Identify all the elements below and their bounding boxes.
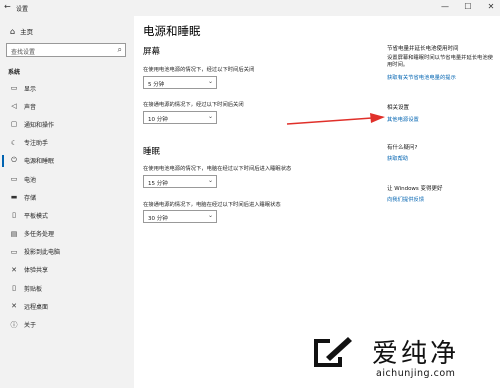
sidebar-item[interactable]: ⏻ 电源和睡眠 (0, 152, 134, 170)
sidebar-item-label: 投影到此电脑 (24, 249, 61, 257)
project-icon: ▭ (10, 247, 18, 256)
sidebar-item-label: 远程桌面 (24, 303, 49, 311)
sleep-battery-value: 15 分钟 (148, 181, 168, 187)
back-arrow-icon[interactable]: ← (4, 2, 11, 11)
watermark-brand: 爱纯净 (372, 339, 460, 369)
other-power-settings-link[interactable]: 其他电源设置 (387, 115, 419, 123)
sidebar-item-label: 存储 (24, 194, 37, 202)
search-input[interactable]: 查找设置 ⌕ (6, 43, 126, 57)
sidebar-item-label: 多任务处理 (24, 231, 55, 239)
sleep-plugged-label: 在接通电源的情况下，电脑在经过以下时间后进入睡眠状态 (143, 202, 281, 208)
sidebar-item[interactable]: ◁ 声音 (0, 97, 134, 115)
sidebar-item-label: 电源和睡眠 (24, 158, 55, 166)
info-icon: ⓘ (10, 320, 18, 329)
sidebar-item[interactable]: ▤ 多任务处理 (0, 225, 134, 243)
minimize-button[interactable]: — (438, 2, 452, 11)
maximize-button[interactable]: ☐ (461, 2, 475, 11)
sleep-battery-dropdown[interactable]: 15 分钟 ⌄ (143, 175, 217, 188)
page-title: 电源和睡眠 (143, 24, 201, 38)
sidebar-item-label: 剪贴板 (24, 285, 43, 293)
sleep-battery-label: 在使用电池电源的情况下，电脑在经过以下时间后进入睡眠状态 (143, 166, 292, 172)
tip-heading: 节省电量并延长电池使用时间 (387, 46, 459, 52)
sidebar-item-label: 专注助手 (24, 140, 49, 148)
sidebar-nav: ▭ 显示 ◁ 声音 ▢ 通知和操作 ☾ 专注助手 ⏻ 电源和睡眠 ▭ 电池 ▬ 存储 ▯ 平板模式 ▤ 多任务处理… (0, 79, 134, 334)
sidebar-item[interactable]: ⓘ 关于 (0, 315, 134, 333)
help-heading: 有什么疑问? (387, 145, 418, 151)
monitor-icon: ▭ (10, 84, 18, 93)
settings-window: ← 设置 — ☐ ✕ ⌂ 主页 查找设置 ⌕ 系统 ▭ 显示 ◁ 声音 ▢ 通知和操作 ☾ 专… (0, 0, 500, 388)
tablet-icon: ▯ (12, 211, 16, 220)
battery-icon: ▭ (10, 175, 18, 184)
screen-plugged-dropdown[interactable]: 10 分钟 ⌄ (143, 111, 217, 124)
speaker-icon: ◁ (11, 102, 17, 111)
clipboard-icon: ▯ (12, 284, 16, 293)
improve-heading: 让 Windows 变得更好 (387, 186, 443, 192)
sidebar-item-label: 通知和操作 (24, 121, 55, 129)
sidebar-item[interactable]: ▯ 剪贴板 (0, 279, 134, 297)
window-title: 设置 (16, 6, 29, 13)
sidebar-item-label: 声音 (24, 103, 37, 111)
chevron-down-icon: ⌄ (207, 177, 213, 184)
sleep-plugged-value: 30 分钟 (148, 216, 168, 222)
sidebar-item[interactable]: ▬ 存储 (0, 188, 134, 206)
chevron-down-icon: ⌄ (207, 212, 213, 219)
brand-logo-icon (314, 337, 352, 367)
sleep-plugged-dropdown[interactable]: 30 分钟 ⌄ (143, 210, 217, 223)
sidebar-item[interactable]: ▭ 电池 (0, 170, 134, 188)
screen-plugged-label: 在接通电源的情况下，经过以下时间后关闭 (143, 102, 244, 108)
search-placeholder: 查找设置 (11, 49, 36, 56)
search-icon: ⌕ (117, 45, 122, 54)
remote-icon: ✕ (11, 302, 17, 311)
watermark-url: aichunjing.com (376, 368, 456, 379)
title-bar: ← 设置 — ☐ ✕ (0, 0, 500, 16)
get-help-link[interactable]: 获取帮助 (387, 154, 408, 162)
sidebar-item-label: 体验共享 (24, 267, 49, 275)
multitask-icon: ▤ (10, 229, 18, 238)
screen-heading: 屏幕 (143, 47, 161, 57)
related-heading: 相关设置 (387, 105, 410, 111)
screen-plugged-value: 10 分钟 (148, 117, 168, 123)
home-icon: ⌂ (10, 26, 16, 36)
sidebar-home-label: 主页 (20, 28, 34, 36)
sidebar-item[interactable]: ✕ 远程桌面 (0, 297, 134, 315)
notification-icon: ▢ (10, 120, 18, 129)
shared-icon: ✕ (11, 265, 17, 274)
sidebar-item[interactable]: ▯ 平板模式 (0, 206, 134, 224)
sidebar-item-label: 平板模式 (24, 212, 49, 220)
power-icon: ⏻ (11, 156, 17, 165)
chevron-down-icon: ⌄ (207, 78, 213, 85)
sidebar-item-label: 显示 (24, 85, 37, 93)
sidebar-item[interactable]: ▭ 显示 (0, 79, 134, 97)
tip-description: 设置屏幕和睡眠时间以节省电量并延长电池使用时间。 (387, 55, 493, 68)
screen-battery-label: 在使用电池电源的情况下，经过以下时间后关闭 (143, 67, 255, 73)
sidebar-item-label: 关于 (24, 322, 37, 330)
storage-icon: ▬ (10, 193, 18, 202)
sidebar-home[interactable]: ⌂ 主页 (10, 26, 34, 37)
screen-battery-dropdown[interactable]: 5 分钟 ⌄ (143, 76, 217, 89)
tip-link[interactable]: 获取有关节省电池电量的提示 (387, 73, 456, 81)
watermark: 爱纯净 aichunjing.com (302, 327, 500, 388)
sidebar-section-title: 系统 (8, 69, 21, 76)
moon-icon: ☾ (10, 138, 18, 147)
sidebar-item-label: 电池 (24, 176, 37, 184)
screen-battery-value: 5 分钟 (148, 82, 165, 88)
chevron-down-icon: ⌄ (207, 113, 213, 120)
sidebar-item[interactable]: ▭ 投影到此电脑 (0, 243, 134, 261)
sidebar: ⌂ 主页 查找设置 ⌕ 系统 ▭ 显示 ◁ 声音 ▢ 通知和操作 ☾ 专注助手 ⏻ 电源和睡眠 ▭ 电… (0, 16, 134, 388)
sidebar-item[interactable]: ☾ 专注助手 (0, 134, 134, 152)
feedback-link[interactable]: 向我们提供反馈 (387, 195, 424, 203)
sleep-heading: 睡眠 (143, 147, 161, 157)
sidebar-item[interactable]: ✕ 体验共享 (0, 261, 134, 279)
close-button[interactable]: ✕ (484, 2, 498, 11)
sidebar-item[interactable]: ▢ 通知和操作 (0, 115, 134, 133)
